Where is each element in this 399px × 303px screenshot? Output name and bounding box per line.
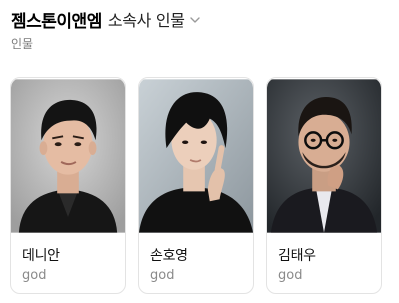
person-name: 김태우 <box>278 248 316 264</box>
section-subtitle: 인물 <box>11 37 34 51</box>
person-card[interactable]: 데니안 god <box>10 77 126 294</box>
person-name: 손호영 <box>150 248 188 264</box>
person-photo <box>139 79 253 233</box>
chevron-down-icon <box>189 14 201 26</box>
people-card-list: 데니안 god 손호영 god 김태우 god <box>10 77 382 294</box>
person-photo <box>267 79 381 233</box>
category-dropdown[interactable]: 소속사 인물 <box>108 7 201 31</box>
person-card[interactable]: 손호영 god <box>138 77 254 294</box>
person-info: 손호영 god <box>139 234 253 283</box>
category-label: 소속사 인물 <box>107 11 185 30</box>
person-role: god <box>22 268 47 283</box>
person-photo <box>11 79 125 233</box>
person-info: 김태우 god <box>267 234 381 283</box>
panel-header: 젬스톤이앤엠 소속사 인물 <box>11 0 399 32</box>
person-info: 데니안 god <box>11 234 125 283</box>
person-role: god <box>150 268 175 283</box>
person-card[interactable]: 김태우 god <box>266 77 382 294</box>
person-role: god <box>278 268 303 283</box>
person-name: 데니안 <box>22 248 60 264</box>
people-panel: 젬스톤이앤엠 소속사 인물 인물 데니안 god 손호영 god 김태우 god <box>0 0 399 303</box>
agency-name[interactable]: 젬스톤이앤엠 <box>11 7 102 32</box>
